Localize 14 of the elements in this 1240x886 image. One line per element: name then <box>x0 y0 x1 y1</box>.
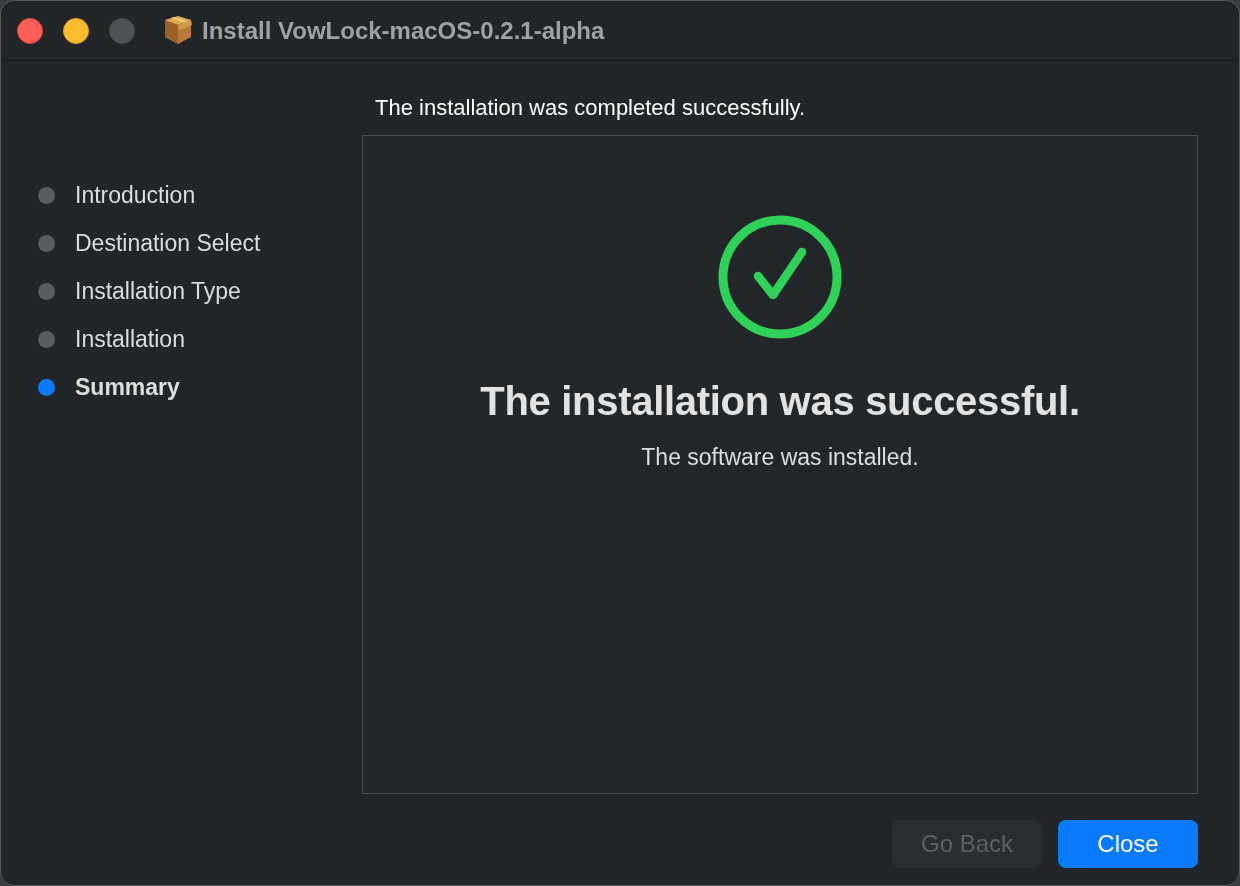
success-heading: The installation was successful. <box>480 379 1080 424</box>
window-close-button[interactable] <box>17 17 43 44</box>
window-title: Install VowLock-macOS-0.2.1-alpha <box>202 16 605 45</box>
step-label: Installation <box>75 325 185 353</box>
checkmark-circle-icon <box>718 215 842 339</box>
step-label: Installation Type <box>75 277 241 305</box>
package-box-icon <box>163 15 193 46</box>
close-button[interactable]: Close <box>1058 820 1198 868</box>
step-label: Summary <box>75 373 180 401</box>
status-header: The installation was completed successfully. <box>375 95 806 122</box>
step-label: Destination Select <box>75 229 261 257</box>
success-message: The software was installed. <box>641 444 919 471</box>
minimize-button[interactable] <box>63 17 89 44</box>
step-label: Introduction <box>75 181 196 209</box>
